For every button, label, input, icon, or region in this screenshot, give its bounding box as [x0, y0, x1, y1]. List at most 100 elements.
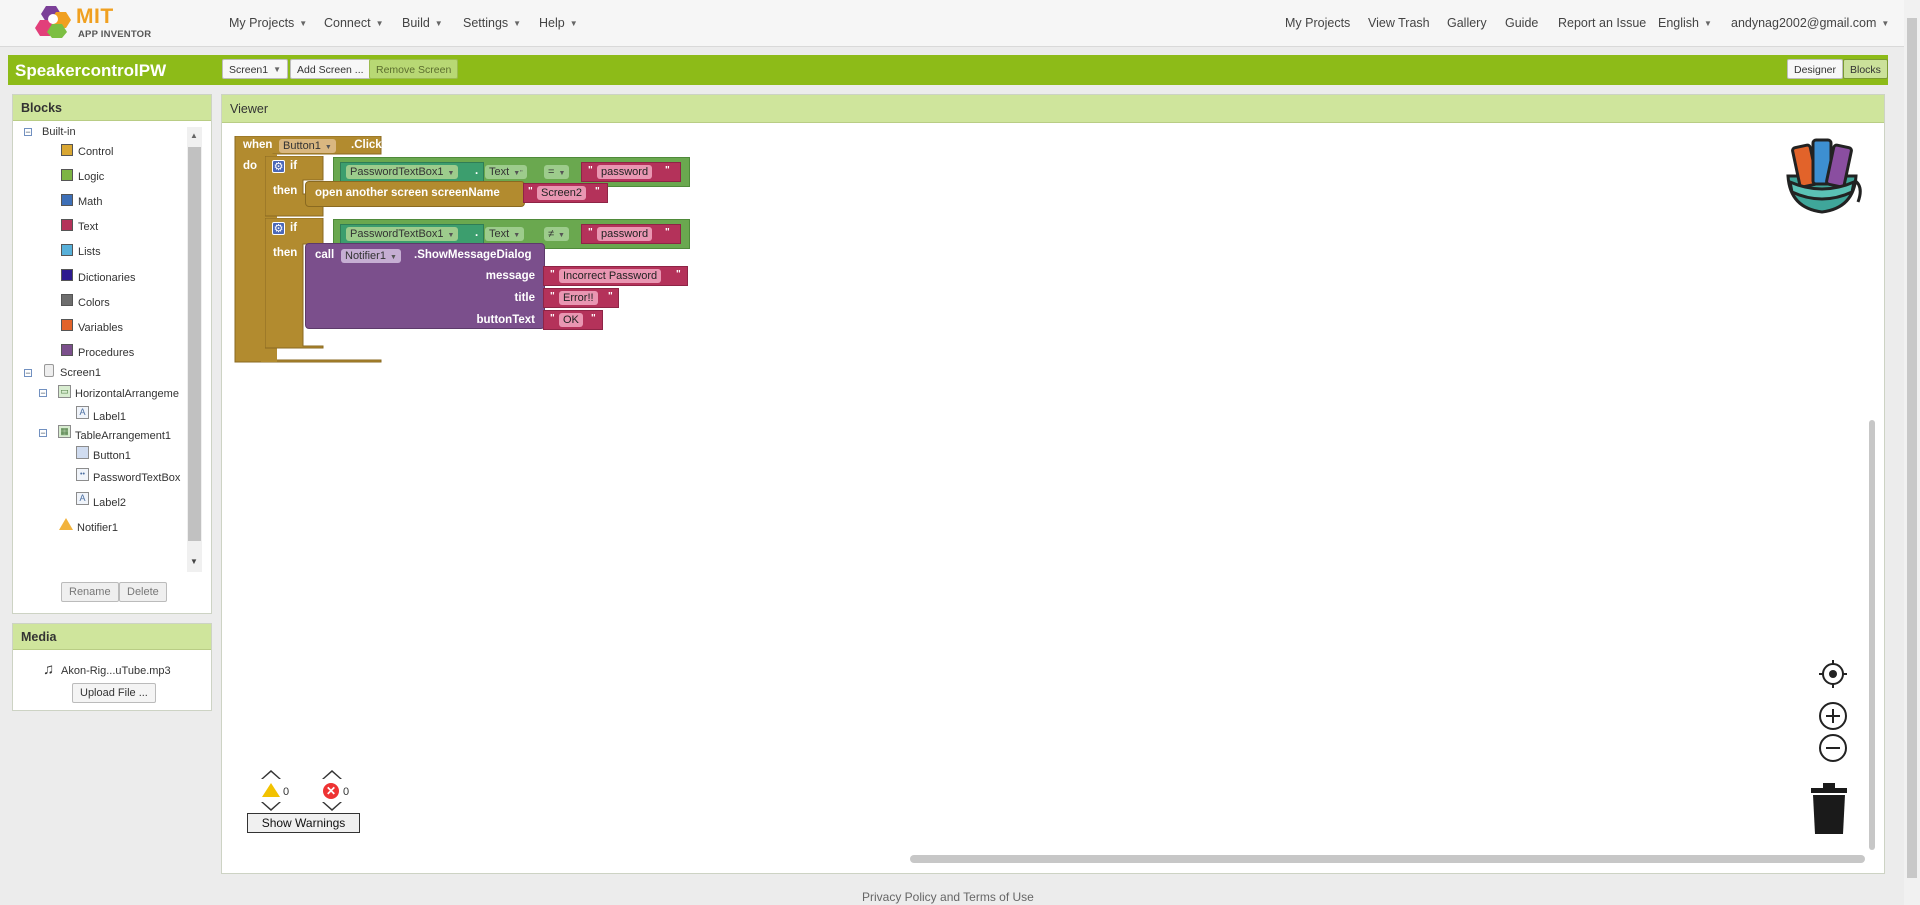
- message-string-value[interactable]: Incorrect Password: [559, 269, 662, 283]
- builtin-lists-label: Lists: [78, 246, 101, 258]
- caret-down-icon: ▼: [1704, 19, 1712, 29]
- when-keyword: when: [243, 139, 273, 151]
- menu-connect[interactable]: Connect ▼: [324, 16, 383, 30]
- text-swatch-icon: [61, 219, 73, 231]
- passwordtextbox1-dropdown-1[interactable]: PasswordTextBox1 ▼: [346, 165, 459, 179]
- link-view-trash[interactable]: View Trash: [1368, 16, 1430, 30]
- text2-label: Text: [489, 228, 510, 240]
- click-event-label: .Click: [351, 139, 382, 151]
- blocks-workspace[interactable]: when Button1 ▼ .Click do ⚙ if then Passwo…: [223, 130, 1875, 870]
- tree-label1-label: Label1: [93, 411, 127, 423]
- builtin-control-label: Control: [78, 146, 114, 158]
- media-file-item[interactable]: Akon-Rig...uTube.mp3: [61, 665, 171, 677]
- remove-screen-button[interactable]: Remove Screen: [369, 59, 459, 79]
- label-icon: A: [76, 492, 89, 505]
- mutator-gear-icon[interactable]: ⚙: [272, 160, 285, 173]
- text-property-dropdown-1[interactable]: Text ▼": [485, 165, 527, 179]
- not-equals-operator-dropdown[interactable]: ≠ ▼: [544, 227, 569, 241]
- menu-settings[interactable]: Settings ▼: [463, 16, 521, 30]
- page-scrollbar[interactable]: [1904, 0, 1920, 905]
- tree-builtin[interactable]: Built-in: [42, 126, 76, 138]
- zoom-in-icon[interactable]: [1818, 701, 1848, 731]
- link-guide[interactable]: Guide: [1505, 16, 1538, 30]
- blocks-tree-scrollbar[interactable]: ▲ ▼: [187, 127, 202, 572]
- menu-language-label: English: [1658, 16, 1699, 30]
- backpack-icon[interactable]: [1780, 136, 1864, 218]
- dropdown-arrow-icon: ▼": [513, 170, 523, 177]
- warning-next-arrow-inner: [263, 802, 279, 809]
- procedures-swatch-icon: [61, 344, 73, 356]
- open-quote: ": [528, 186, 533, 197]
- collapse-horizontal-icon[interactable]: −: [39, 389, 47, 398]
- rename-button[interactable]: Rename: [61, 582, 119, 602]
- password-string-2[interactable]: password: [597, 227, 653, 241]
- close-quote: ": [608, 291, 613, 302]
- title-socket-label: title: [514, 292, 535, 304]
- menu-build[interactable]: Build ▼: [402, 16, 443, 30]
- collapse-screen1-icon[interactable]: −: [24, 369, 32, 378]
- menu-my-projects-label: My Projects: [229, 16, 295, 30]
- caret-down-icon: ▼: [273, 65, 282, 75]
- trash-icon[interactable]: [1807, 782, 1851, 836]
- media-panel: Media ♫ Akon-Rig...uTube.mp3 Upload File…: [12, 623, 212, 711]
- zoom-out-icon[interactable]: [1818, 733, 1848, 763]
- equals-operator-dropdown[interactable]: = ▼: [544, 165, 570, 179]
- link-report-issue[interactable]: Report an Issue: [1558, 16, 1646, 30]
- scroll-down-arrow-icon[interactable]: ▼: [190, 557, 198, 566]
- password-string-1[interactable]: password: [597, 165, 653, 179]
- menu-account[interactable]: andynag2002@gmail.com ▼: [1731, 16, 1889, 30]
- viewer-panel: Viewer when Button1 ▼ .Click do ⚙ if then: [221, 94, 1885, 874]
- screen2-string[interactable]: Screen2: [537, 186, 586, 200]
- warnings-count: 0: [283, 786, 290, 798]
- passwordtextbox1-dropdown-2[interactable]: PasswordTextBox1 ▼: [346, 227, 459, 241]
- recenter-icon[interactable]: [1819, 660, 1847, 688]
- text-property-dropdown-2[interactable]: Text ▼: [485, 227, 525, 241]
- show-warnings-button[interactable]: Show Warnings: [247, 813, 360, 833]
- button1-dropdown[interactable]: Button1 ▼: [279, 139, 336, 153]
- upload-file-button[interactable]: Upload File ...: [72, 683, 156, 703]
- button1-dropdown-label: Button1: [283, 140, 321, 152]
- menu-my-projects[interactable]: My Projects ▼: [229, 16, 307, 30]
- builtin-math-label: Math: [78, 196, 103, 208]
- screen-select-button[interactable]: Screen1 ▼: [222, 59, 289, 79]
- menu-language[interactable]: English ▼: [1658, 16, 1712, 30]
- close-quote: ": [676, 269, 681, 280]
- close-quote: ": [665, 227, 670, 238]
- caret-down-icon: ▼: [375, 19, 384, 29]
- app-inventor-logo[interactable]: MIT APP INVENTOR: [34, 3, 154, 43]
- designer-button[interactable]: Designer: [1787, 59, 1844, 79]
- workspace-horizontal-scrollbar[interactable]: [910, 855, 1865, 863]
- mutator-gear-icon[interactable]: ⚙: [272, 222, 285, 235]
- tree-screen1-label: Screen1: [60, 367, 101, 379]
- then2-keyword: then: [273, 247, 298, 259]
- delete-button[interactable]: Delete: [119, 582, 167, 602]
- buttontext-string-value[interactable]: OK: [559, 313, 583, 327]
- caret-down-icon: ▼: [434, 19, 443, 29]
- title-string-value[interactable]: Error!!: [559, 291, 598, 305]
- page-scrollbar-thumb[interactable]: [1907, 18, 1917, 878]
- scroll-up-arrow-icon[interactable]: ▲: [190, 131, 198, 140]
- footer-privacy-link[interactable]: Privacy Policy and Terms of Use: [862, 890, 1034, 904]
- blocks-tree-scrollbar-thumb[interactable]: [188, 147, 201, 541]
- menu-help-label: Help: [539, 16, 565, 30]
- builtin-procedures-label: Procedures: [78, 347, 135, 359]
- workspace-vertical-scrollbar[interactable]: [1869, 420, 1875, 850]
- pw1-label: PasswordTextBox1: [350, 166, 444, 178]
- warning-prev-arrow-inner: [263, 772, 279, 779]
- caret-down-icon: ▼: [569, 19, 578, 29]
- blocks-button[interactable]: Blocks: [1843, 59, 1888, 79]
- dropdown-arrow-icon: ▼: [389, 254, 397, 261]
- open-another-screen-label: open another screen screenName: [315, 187, 500, 199]
- collapse-builtin-icon[interactable]: −: [24, 128, 32, 137]
- close-quote: ": [665, 165, 670, 176]
- link-gallery[interactable]: Gallery: [1447, 16, 1487, 30]
- media-panel-header: Media: [13, 624, 211, 650]
- dropdown-arrow-icon: ▼: [558, 232, 565, 239]
- then1-keyword: then: [273, 185, 298, 197]
- dot-separator: .: [475, 227, 479, 239]
- add-screen-button[interactable]: Add Screen ...: [290, 59, 371, 79]
- collapse-table-icon[interactable]: −: [39, 429, 47, 438]
- notifier1-dropdown[interactable]: Notifier1 ▼: [341, 249, 401, 263]
- menu-help[interactable]: Help ▼: [539, 16, 578, 30]
- link-my-projects[interactable]: My Projects: [1285, 16, 1350, 30]
